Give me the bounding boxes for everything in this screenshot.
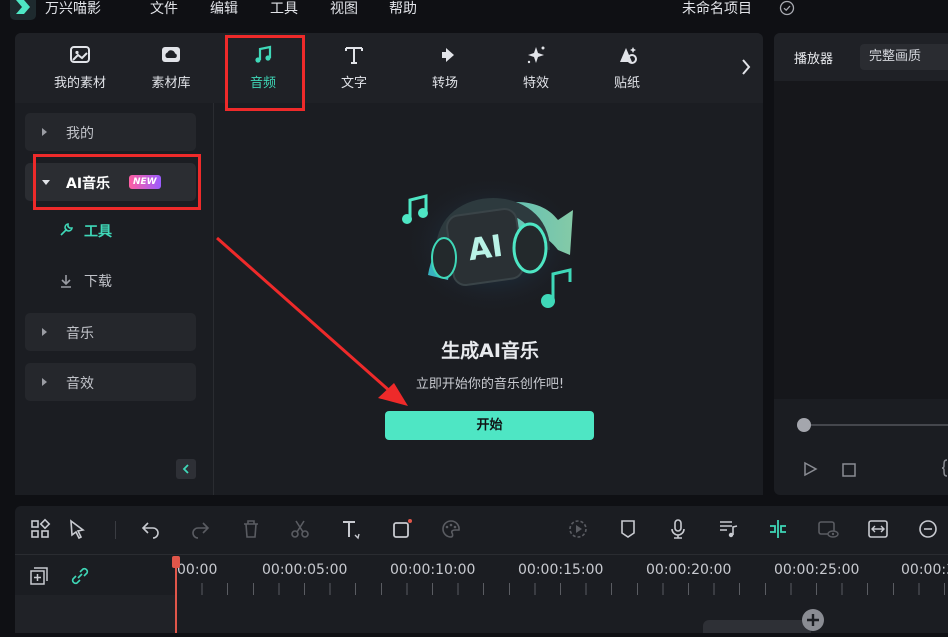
redo-icon[interactable] [189, 518, 211, 540]
sidebar-item-sfx[interactable]: 音效 [25, 363, 196, 401]
add-text-icon[interactable] [340, 518, 362, 540]
tab-stock-media[interactable]: 素材库 [136, 44, 206, 96]
music-list-icon[interactable] [717, 518, 739, 540]
stop-icon[interactable] [841, 462, 857, 478]
marker-icon[interactable] [617, 518, 639, 540]
preview-render-icon[interactable] [817, 518, 839, 540]
undo-icon[interactable] [140, 518, 162, 540]
project-name: 未命名项目 [682, 1, 752, 17]
ai-badge-text: AI [466, 229, 505, 268]
timecode-label: 00:00:05:00 [262, 562, 348, 578]
zoom-out-icon[interactable] [917, 518, 939, 540]
microphone-icon[interactable] [667, 518, 689, 540]
scrubber-handle[interactable] [797, 418, 811, 432]
speed-ramp-icon[interactable] [567, 518, 589, 540]
scissors-icon[interactable] [289, 518, 311, 540]
menu-help[interactable]: 帮助 [389, 0, 417, 18]
timeline-ruler-ticks [176, 583, 948, 595]
playhead[interactable] [175, 560, 177, 633]
timecode-label: 00:00:3 [901, 562, 948, 578]
tab-label: 我的素材 [53, 76, 106, 91]
track-header [15, 595, 175, 633]
add-clip-icon[interactable] [802, 609, 824, 631]
tab-label: 贴纸 [613, 76, 640, 91]
ai-headphones-illustration: AI [398, 170, 588, 320]
timecode-label: 00:00:10:00 [390, 562, 476, 578]
link-icon[interactable] [69, 565, 91, 587]
play-icon[interactable] [802, 461, 818, 477]
sidebar-item-download[interactable]: 下载 [84, 271, 112, 291]
menu-edit[interactable]: 编辑 [210, 0, 238, 18]
tab-label: 素材库 [151, 76, 191, 91]
tab-text[interactable]: 文字 [319, 44, 389, 96]
sidebar-item-mine[interactable]: 我的 [25, 113, 196, 151]
tab-label: 文字 [340, 76, 367, 91]
playhead-handle[interactable] [172, 556, 180, 568]
timecode-label: 00:00:15:00 [518, 562, 604, 578]
caret-right-icon [42, 378, 47, 386]
start-button[interactable]: 开始 [385, 411, 594, 440]
download-icon [58, 273, 74, 289]
sparkle-icon [527, 46, 545, 64]
tab-label: 转场 [431, 76, 458, 91]
playback-scrubber[interactable] [804, 424, 948, 426]
menu-view[interactable]: 视图 [330, 0, 358, 18]
collapse-sidebar-button[interactable] [176, 459, 196, 479]
annotation-box-ai-music [33, 154, 201, 210]
chevron-right-icon[interactable] [739, 56, 753, 78]
app-name: 万兴喵影 [45, 1, 101, 17]
tab-transition[interactable]: 转场 [410, 44, 480, 96]
sidebar-item-tools[interactable]: 工具 [84, 221, 112, 241]
sidebar-item-label: 我的 [66, 126, 94, 142]
quality-select[interactable]: 完整画质 [860, 44, 948, 70]
title-bar: 万兴喵影 文件 编辑 工具 视图 帮助 未命名项目 [0, 0, 948, 20]
color-palette-icon[interactable] [440, 518, 462, 540]
timeline-divider [15, 554, 948, 555]
timecode-label: 00:00:20:00 [646, 562, 732, 578]
text-icon [345, 47, 363, 64]
snap-icon[interactable] [767, 518, 789, 540]
image-icon [70, 46, 90, 63]
crop-icon[interactable] [391, 518, 413, 540]
caret-right-icon [42, 328, 47, 336]
video-preview [774, 81, 948, 399]
add-track-icon[interactable] [28, 565, 50, 587]
timecode-label: 00:00 [177, 562, 218, 578]
layout-grid-icon[interactable] [29, 518, 51, 540]
brace-icon[interactable] [940, 458, 948, 478]
subtitle: 立即开始你的音乐创作吧! [415, 377, 565, 392]
delete-icon[interactable] [240, 518, 262, 540]
timeline-scrollbar[interactable] [703, 620, 811, 633]
menu-tools[interactable]: 工具 [270, 0, 298, 18]
tab-stickers[interactable]: 贴纸 [592, 44, 662, 96]
app-logo-icon [10, 0, 36, 20]
tab-my-media[interactable]: 我的素材 [45, 44, 115, 96]
tab-effects[interactable]: 特效 [501, 44, 571, 96]
cloud-icon [162, 47, 180, 62]
sidebar-item-label: 音乐 [66, 326, 94, 342]
check-circle-icon[interactable] [779, 0, 795, 16]
transition-icon [436, 48, 454, 62]
sidebar-item-label: 音效 [66, 376, 94, 392]
menu-file[interactable]: 文件 [150, 0, 178, 18]
timecode-label: 00:00:25:00 [774, 562, 860, 578]
page-title: 生成AI音乐 [441, 340, 539, 362]
annotation-box-audio [225, 35, 305, 111]
chevron-left-icon [182, 464, 189, 474]
tab-player[interactable]: 播放器 [794, 48, 833, 67]
tab-label: 特效 [522, 76, 549, 91]
sticker-icon [620, 47, 637, 64]
caret-right-icon [42, 128, 47, 136]
select-cursor-icon[interactable] [67, 518, 89, 540]
sidebar-item-music[interactable]: 音乐 [25, 313, 196, 351]
toolbar-separator [115, 521, 116, 539]
fit-width-icon[interactable] [867, 518, 889, 540]
wrench-icon [58, 222, 74, 238]
